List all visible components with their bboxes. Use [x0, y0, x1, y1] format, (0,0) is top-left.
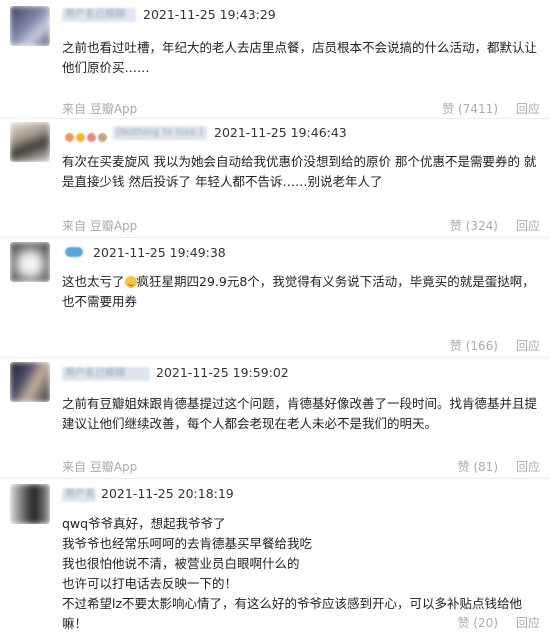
- comment-content: 有次在买麦旋风 我以为她会自动给我优惠价没想到给的原价 那个优惠不是需要券的 就…: [62, 152, 540, 192]
- comment-line: 之前也看过吐槽，年纪大的老人去店里点餐，店员根本不会说搞的什么活动，都默认让他们…: [62, 40, 538, 75]
- like-button[interactable]: 赞 (324): [450, 217, 498, 234]
- username[interactable]: (Nothing to lose.): [113, 126, 207, 140]
- like-button[interactable]: 赞 (81): [458, 458, 498, 475]
- comment-time: 2021-11-25 20:18:19: [101, 486, 234, 501]
- comment-content: 这也太亏了 疯狂星期四29.9元8个，我觉得有义务说下活动，毕竟买的就是蛋挞啊，也…: [62, 272, 540, 312]
- username[interactable]: 用户名已模糊: [62, 8, 136, 22]
- badge-icon: [98, 133, 107, 142]
- comment-text: 这也太亏了: [62, 274, 125, 289]
- badge-icon: [87, 133, 96, 142]
- comment-line: 这也太亏了 疯狂星期四29.9元8个，我觉得有义务说下活动，毕竟买的就是蛋挞啊，也…: [62, 272, 540, 312]
- comment-line: 我爷爷也经常乐呵呵的去肯德基买早餐给我吃: [62, 536, 313, 551]
- badge-icon: [76, 133, 85, 142]
- comment-footer: 来自 豆瓣App 赞 (7411) 回应: [62, 100, 540, 116]
- like-button[interactable]: 赞 (7411): [442, 100, 498, 117]
- divider: [0, 478, 550, 479]
- avatar[interactable]: [10, 242, 50, 282]
- reply-button[interactable]: 回应: [516, 614, 540, 631]
- comment-footer: 赞 (166) 回应: [62, 337, 540, 353]
- comment-footer: 来自 豆瓣App 赞 (324) 回应: [62, 217, 540, 233]
- comment-content: 之前也看过吐槽，年纪大的老人去店里点餐，店员根本不会说搞的什么活动，都默认让他们…: [62, 38, 540, 78]
- source-label: 来自 豆瓣App: [62, 102, 138, 116]
- user-badges: [65, 126, 109, 145]
- like-button[interactable]: 赞 (166): [450, 337, 498, 354]
- source-label: 来自 豆瓣App: [62, 219, 138, 233]
- comment-footer: 来自 豆瓣App 赞 (81) 回应: [62, 458, 540, 474]
- reply-button[interactable]: 回应: [516, 100, 540, 117]
- comment-line: 我也很怕他说不清，被营业员白眼啊什么的: [62, 556, 300, 571]
- reply-button[interactable]: 回应: [516, 458, 540, 475]
- badge-icon: [65, 133, 74, 142]
- avatar[interactable]: [10, 484, 50, 524]
- comment-line: 之前有豆瓣姐妹跟肯德基提过这个问题，肯德基好像改善了一段时间。找肯德基并且提建议…: [62, 396, 538, 431]
- user-badge: [65, 247, 83, 257]
- comment-footer: 赞 (20) 回应: [62, 614, 540, 630]
- comment-line: 有次在买麦旋风 我以为她会自动给我优惠价没想到给的原价 那个优惠不是需要券的 就…: [62, 154, 537, 189]
- reply-button[interactable]: 回应: [516, 337, 540, 354]
- like-button[interactable]: 赞 (20): [458, 614, 498, 631]
- divider: [0, 118, 550, 119]
- source-label: 来自 豆瓣App: [62, 460, 138, 474]
- avatar[interactable]: [10, 122, 50, 162]
- avatar[interactable]: [10, 362, 50, 402]
- divider: [0, 357, 550, 358]
- smile-emoji-icon: [124, 276, 137, 288]
- comment-time: 2021-11-25 19:59:02: [156, 365, 289, 380]
- comment-line: qwq爷爷真好，想起我爷爷了: [62, 516, 226, 531]
- comment-content: 之前有豆瓣姐妹跟肯德基提过这个问题，肯德基好像改善了一段时间。找肯德基并且提建议…: [62, 394, 540, 434]
- comment-time: 2021-11-25 19:46:43: [214, 125, 347, 140]
- username[interactable]: 用户名已模糊: [62, 367, 150, 381]
- username[interactable]: 用户名: [62, 488, 96, 502]
- reply-button[interactable]: 回应: [516, 217, 540, 234]
- avatar[interactable]: [10, 6, 50, 46]
- comment-time: 2021-11-25 19:43:29: [143, 7, 276, 22]
- comment-line: 也许可以打电话去反映一下的！: [62, 576, 238, 591]
- comment-time: 2021-11-25 19:49:38: [93, 245, 226, 260]
- divider: [0, 237, 550, 238]
